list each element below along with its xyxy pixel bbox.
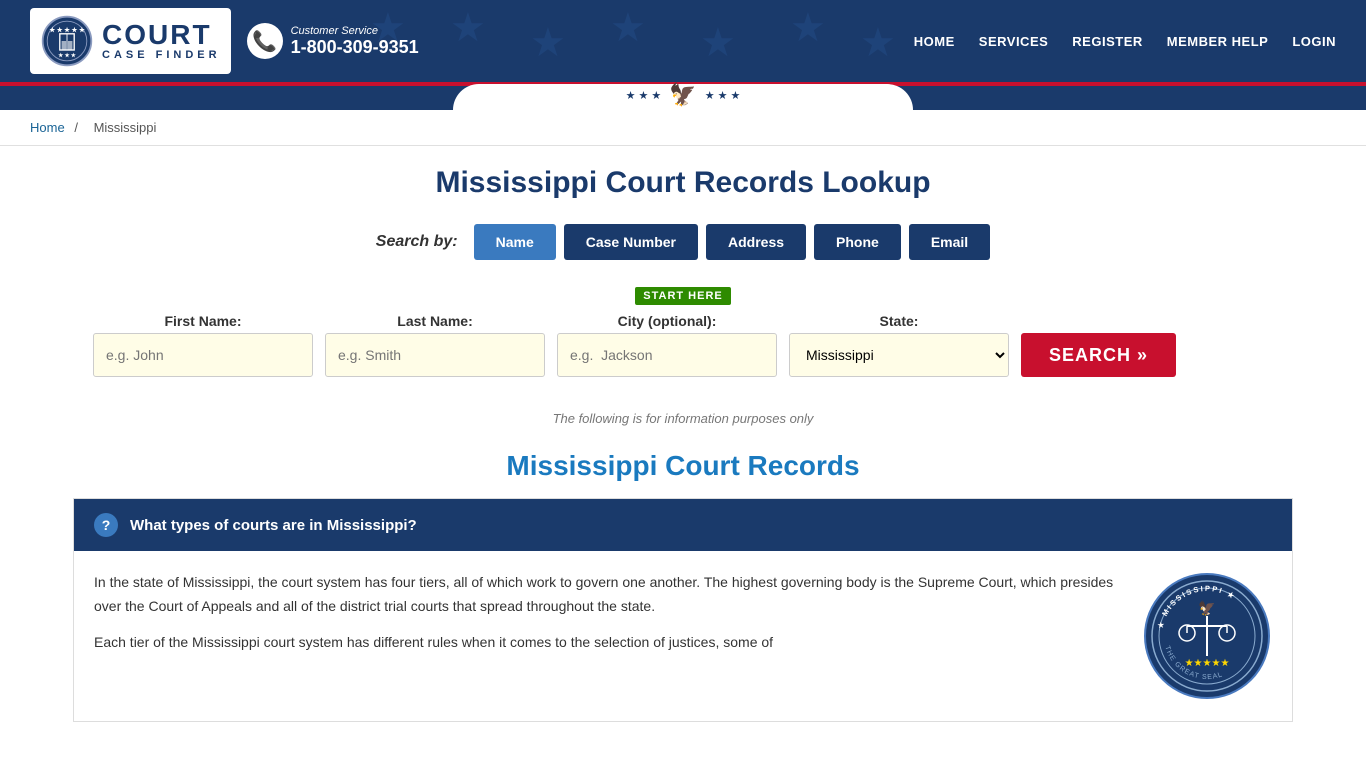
svg-text:★ ★ ★ ★ ★: ★ ★ ★ ★ ★	[48, 27, 85, 34]
bg-star-6: ★	[790, 5, 826, 51]
start-here-badge: START HERE	[635, 287, 730, 305]
search-by-row: Search by: Name Case Number Address Phon…	[73, 224, 1293, 260]
bg-star-7: ★	[860, 20, 896, 66]
site-header: ★ ★ ★ ★ ★ ★ ★ ★ ★ ★ ★ ★ ★ ★ ★ COURT CASE…	[0, 0, 1366, 82]
logo-case-finder-text: CASE FINDER	[102, 49, 221, 61]
logo-seal-icon: ★ ★ ★ ★ ★ ★ ★ ★	[40, 14, 94, 68]
site-logo[interactable]: ★ ★ ★ ★ ★ ★ ★ ★ COURT CASE FINDER	[30, 8, 231, 74]
first-name-input[interactable]	[93, 333, 313, 377]
bg-star-4: ★	[610, 5, 646, 51]
svg-text:★ ★ ★: ★ ★ ★	[57, 53, 76, 59]
header-left: ★ ★ ★ ★ ★ ★ ★ ★ COURT CASE FINDER 📞 Cust…	[30, 8, 419, 74]
accordion-body-text: In the state of Mississippi, the court s…	[94, 571, 1122, 701]
accordion-paragraph-1: In the state of Mississippi, the court s…	[94, 571, 1122, 619]
main-content: Mississippi Court Records Lookup Search …	[43, 146, 1323, 742]
info-note: The following is for information purpose…	[73, 411, 1293, 426]
eagle-icon: 🦅	[669, 82, 696, 108]
nav-register[interactable]: REGISTER	[1072, 34, 1142, 49]
accordion-item-courts: ? What types of courts are in Mississipp…	[73, 498, 1293, 722]
eagle-stars-row: ★ ★ ★ 🦅 ★ ★ ★	[626, 82, 741, 108]
tab-phone[interactable]: Phone	[814, 224, 901, 260]
accordion-body-courts: In the state of Mississippi, the court s…	[74, 551, 1292, 721]
bg-star-3: ★	[530, 20, 566, 66]
accordion-header-text: What types of courts are in Mississippi?	[130, 517, 417, 534]
cs-phone: 1-800-309-9351	[291, 37, 419, 57]
breadcrumb-separator: /	[74, 120, 78, 135]
search-form-section: START HERE First Name: Last Name: City (…	[73, 276, 1293, 397]
nav-member-help[interactable]: MEMBER HELP	[1167, 34, 1269, 49]
city-group: City (optional):	[557, 313, 777, 377]
logo-court-text: COURT	[102, 21, 221, 49]
tab-name[interactable]: Name	[474, 224, 556, 260]
mississippi-seal: ★ MISSISSIPPI ★ 🦅 ★★★★★ THE GREAT SEAL	[1142, 571, 1272, 701]
arch-bar: ★ ★ ★ 🦅 ★ ★ ★	[0, 82, 1366, 110]
records-title: Mississippi Court Records	[73, 450, 1293, 482]
form-fields-row: First Name: Last Name: City (optional): …	[93, 313, 1273, 377]
last-name-group: Last Name:	[325, 313, 545, 377]
nav-home[interactable]: HOME	[914, 34, 955, 49]
page-title: Mississippi Court Records Lookup	[73, 166, 1293, 200]
cs-label: Customer Service	[291, 25, 419, 37]
breadcrumb-home[interactable]: Home	[30, 120, 65, 135]
svg-text:🦅: 🦅	[1198, 599, 1215, 617]
state-label: State:	[789, 313, 1009, 329]
city-label: City (optional):	[557, 313, 777, 329]
phone-icon: 📞	[247, 23, 283, 59]
state-group: State: Mississippi AlabamaAlaskaArizona …	[789, 313, 1009, 377]
tab-email[interactable]: Email	[909, 224, 990, 260]
stars-right: ★ ★ ★	[705, 89, 741, 102]
accordion-paragraph-2: Each tier of the Mississippi court syste…	[94, 631, 1122, 655]
tab-case-number[interactable]: Case Number	[564, 224, 698, 260]
search-section: Search by: Name Case Number Address Phon…	[73, 224, 1293, 426]
last-name-label: Last Name:	[325, 313, 545, 329]
search-button[interactable]: SEARCH »	[1021, 333, 1176, 377]
first-name-label: First Name:	[93, 313, 313, 329]
svg-text:★★★★★: ★★★★★	[1185, 658, 1230, 669]
bg-star-5: ★	[700, 20, 736, 66]
tab-address[interactable]: Address	[706, 224, 806, 260]
first-name-group: First Name:	[93, 313, 313, 377]
nav-login[interactable]: LOGIN	[1292, 34, 1336, 49]
accordion-header-courts[interactable]: ? What types of courts are in Mississipp…	[74, 499, 1292, 551]
state-select[interactable]: Mississippi AlabamaAlaskaArizona Arkansa…	[789, 333, 1009, 377]
nav-services[interactable]: SERVICES	[979, 34, 1049, 49]
question-icon: ?	[94, 513, 118, 537]
stars-left: ★ ★ ★	[626, 89, 662, 102]
logo-text-block: COURT CASE FINDER	[102, 21, 221, 61]
breadcrumb: Home / Mississippi	[0, 110, 1366, 146]
city-input[interactable]	[557, 333, 777, 377]
bg-star-2: ★	[450, 5, 486, 51]
breadcrumb-current: Mississippi	[94, 120, 157, 135]
last-name-input[interactable]	[325, 333, 545, 377]
customer-service: 📞 Customer Service 1-800-309-9351	[247, 23, 419, 59]
search-by-label: Search by:	[376, 233, 458, 251]
cs-text: Customer Service 1-800-309-9351	[291, 25, 419, 58]
main-nav: HOME SERVICES REGISTER MEMBER HELP LOGIN	[914, 34, 1336, 49]
